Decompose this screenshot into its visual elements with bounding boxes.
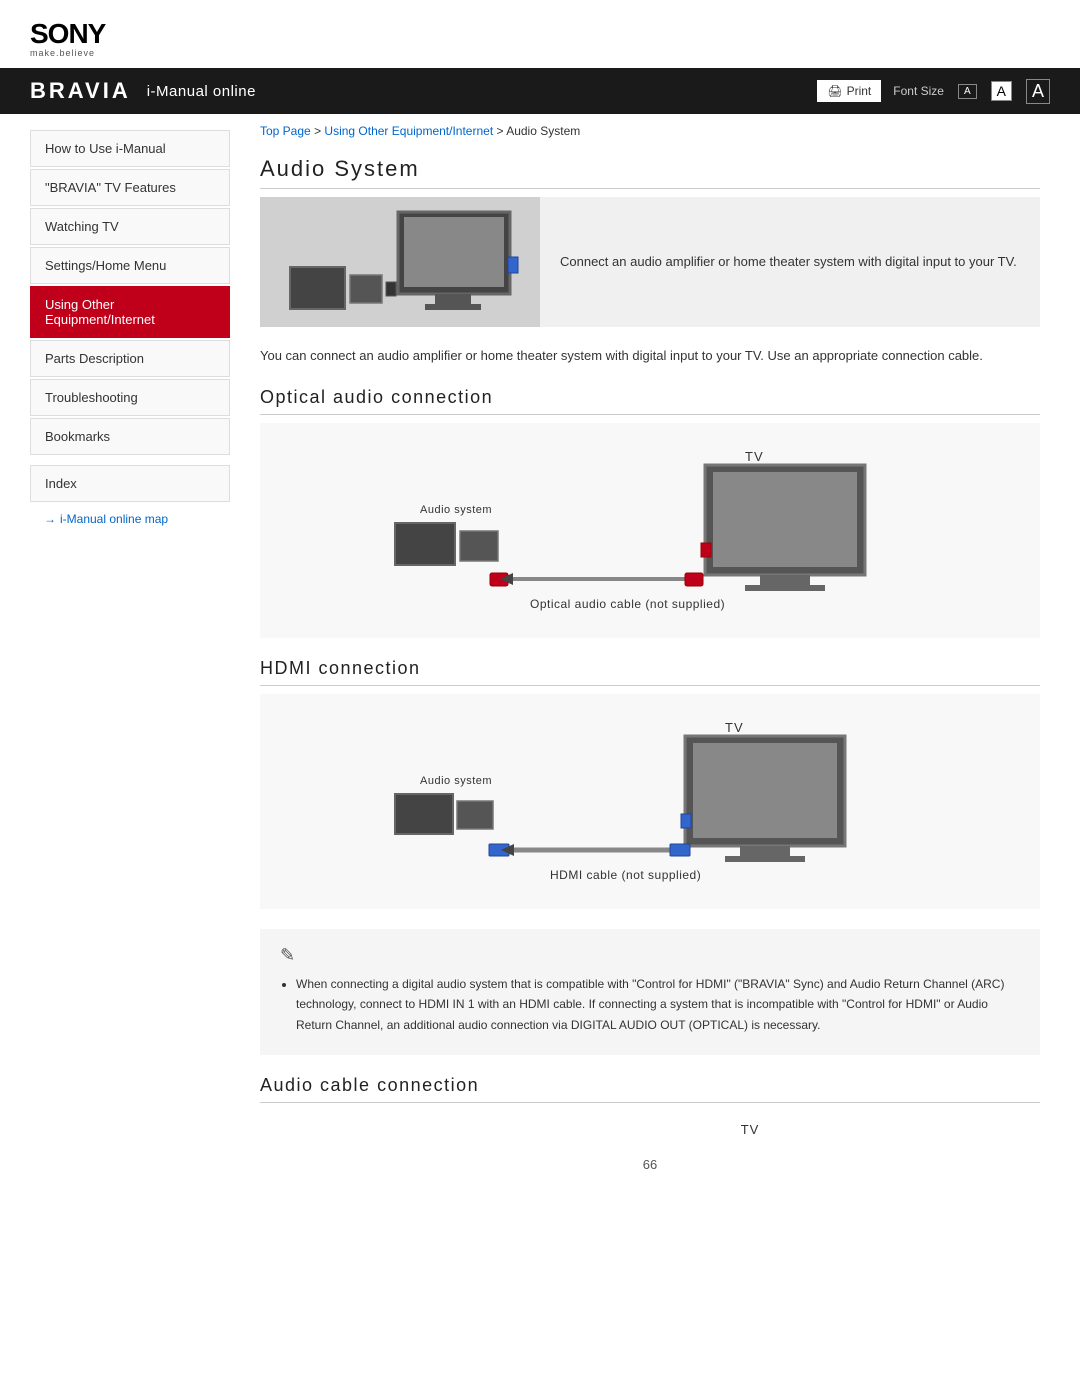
breadcrumb: Top Page > Using Other Equipment/Interne…: [260, 124, 1040, 138]
font-large-button[interactable]: A: [1026, 79, 1050, 104]
map-link-label: i-Manual online map: [60, 512, 168, 526]
sidebar-map-link[interactable]: → i-Manual online map: [30, 504, 230, 534]
nav-title: i-Manual online: [147, 83, 256, 100]
audio-cable-tv-label: TV: [260, 1111, 1040, 1137]
font-small-button[interactable]: A: [958, 84, 977, 99]
hdmi-section-title: HDMI connection: [260, 658, 1040, 686]
page-title: Audio System: [260, 156, 1040, 189]
intro-image: [260, 197, 540, 327]
sidebar-item-bravia-features[interactable]: "BRAVIA" TV Features: [30, 169, 230, 206]
print-label: Print: [847, 84, 872, 98]
note-list-item: When connecting a digital audio system t…: [296, 974, 1020, 1035]
header-area: SONY make.believe: [0, 0, 1080, 68]
nav-bar: BRAVIA i-Manual online 🖨 Print Font Size…: [0, 68, 1080, 114]
nav-left: BRAVIA i-Manual online: [30, 78, 256, 104]
breadcrumb-current: Audio System: [506, 124, 580, 138]
main-content: Top Page > Using Other Equipment/Interne…: [230, 114, 1080, 1232]
optical-svg: TV Audio system: [365, 443, 935, 618]
sony-logo: SONY: [30, 18, 1050, 50]
optical-diagram: TV Audio system: [260, 423, 1040, 638]
note-text: When connecting a digital audio system t…: [280, 974, 1020, 1035]
intro-para: You can connect an audio amplifier or ho…: [260, 345, 1040, 367]
print-button[interactable]: 🖨 Print: [817, 80, 881, 102]
sidebar-item-watching-tv[interactable]: Watching TV: [30, 208, 230, 245]
sidebar-item-how-to-use[interactable]: How to Use i-Manual: [30, 130, 230, 167]
sidebar-index[interactable]: Index: [30, 465, 230, 502]
print-icon: 🖨: [827, 84, 842, 98]
audio-cable-section-title: Audio cable connection: [260, 1075, 1040, 1103]
note-icon: ✎: [280, 945, 1020, 966]
font-size-label: Font Size: [893, 84, 944, 98]
svg-text:HDMI cable (not supplied): HDMI cable (not supplied): [550, 868, 701, 882]
sony-tagline: make.believe: [30, 48, 1050, 58]
breadcrumb-sep1: >: [314, 124, 324, 138]
sidebar-item-using-other[interactable]: Using Other Equipment/Internet: [30, 286, 230, 338]
sidebar: How to Use i-Manual "BRAVIA" TV Features…: [0, 114, 230, 1232]
svg-text:Audio system: Audio system: [420, 775, 492, 787]
sidebar-item-troubleshooting[interactable]: Troubleshooting: [30, 379, 230, 416]
optical-section-title: Optical audio connection: [260, 387, 1040, 415]
hdmi-svg: TV Audio system: [365, 714, 935, 889]
svg-text:Optical audio cable (not suppl: Optical audio cable (not supplied): [530, 597, 725, 611]
audio-cable-label: TV: [741, 1122, 760, 1137]
font-medium-button[interactable]: A: [991, 81, 1012, 101]
intro-section: Connect an audio amplifier or home theat…: [260, 197, 1040, 327]
svg-text:TV: TV: [745, 449, 764, 464]
svg-text:Audio system: Audio system: [420, 504, 492, 516]
sidebar-item-parts[interactable]: Parts Description: [30, 340, 230, 377]
hdmi-diagram: TV Audio system: [260, 694, 1040, 909]
nav-right: 🖨 Print Font Size A A A: [817, 79, 1050, 104]
note-section: ✎ When connecting a digital audio system…: [260, 929, 1040, 1055]
intro-illustration: [280, 197, 520, 327]
intro-text: Connect an audio amplifier or home theat…: [540, 197, 1037, 327]
breadcrumb-top[interactable]: Top Page: [260, 124, 311, 138]
sidebar-item-bookmarks[interactable]: Bookmarks: [30, 418, 230, 455]
bravia-logo: BRAVIA: [30, 78, 131, 104]
svg-text:TV: TV: [725, 720, 744, 735]
arrow-icon: →: [44, 512, 56, 526]
breadcrumb-using-other[interactable]: Using Other Equipment/Internet: [324, 124, 493, 138]
sidebar-item-settings[interactable]: Settings/Home Menu: [30, 247, 230, 284]
page-number: 66: [260, 1137, 1040, 1192]
breadcrumb-sep2: >: [497, 124, 507, 138]
main-layout: How to Use i-Manual "BRAVIA" TV Features…: [0, 114, 1080, 1232]
